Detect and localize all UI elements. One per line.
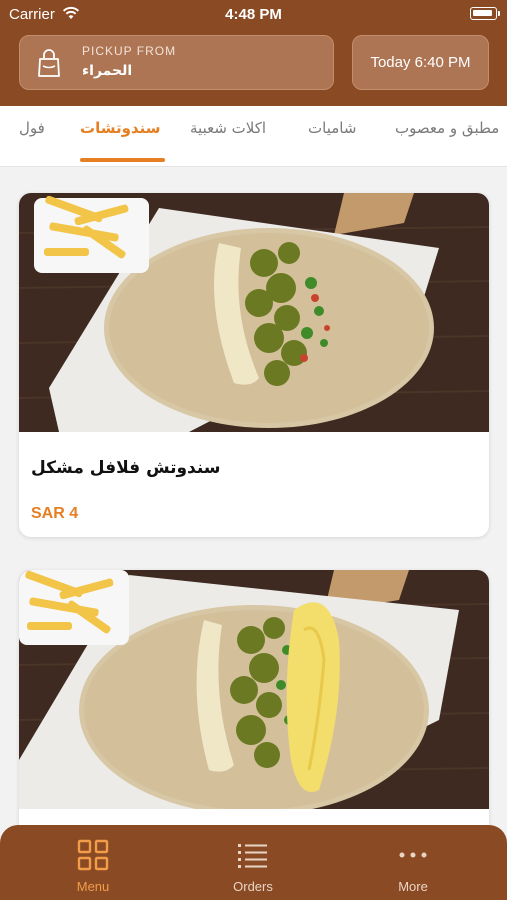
pickup-location-button[interactable]: PICKUP FROM الحمراء: [19, 35, 334, 90]
bottom-navigation: Menu Orders More: [0, 825, 507, 900]
grid-icon: [77, 839, 109, 871]
tab-mutabbaq-masoub[interactable]: مطبق و معصوب: [395, 119, 499, 137]
pickup-location: الحمراء: [82, 63, 133, 79]
tab-foul[interactable]: فول: [19, 119, 45, 137]
shopping-bag-icon: [38, 49, 60, 77]
divider: [0, 166, 507, 167]
clock: 4:48 PM: [225, 6, 282, 23]
product-image: [19, 193, 489, 432]
product-price: SAR 4: [31, 505, 79, 522]
tab-popular-dishes[interactable]: اكلات شعبية: [190, 119, 266, 137]
tab-shamiyat[interactable]: شاميات: [308, 119, 356, 137]
nav-more[interactable]: More: [353, 825, 473, 900]
product-image: [19, 570, 489, 809]
pickup-label: PICKUP FROM: [82, 44, 177, 58]
category-tabs: فول سندوتشات اكلات شعبية شاميات مطبق و م…: [0, 106, 507, 166]
tab-sandwiches[interactable]: سندوتشات: [80, 119, 160, 137]
nav-orders-label: Orders: [233, 879, 273, 894]
status-bar: Carrier 4:48 PM: [0, 0, 507, 28]
battery-icon: [470, 7, 500, 20]
pickup-time-button[interactable]: Today 6:40 PM: [352, 35, 489, 90]
nav-menu-label: Menu: [76, 879, 110, 894]
nav-menu[interactable]: Menu: [33, 825, 153, 900]
list-icon: [238, 844, 267, 868]
app-screen: Carrier 4:48 PM PICKUP FROM الحمراء Toda…: [0, 0, 507, 900]
nav-orders[interactable]: Orders: [193, 825, 313, 900]
header: Carrier 4:48 PM PICKUP FROM الحمراء Toda…: [0, 0, 507, 106]
active-tab-indicator: [80, 158, 165, 162]
product-card[interactable]: سندوتش فلافل مشكل SAR 4: [19, 193, 489, 537]
nav-more-label: More: [398, 879, 428, 894]
more-dots-icon: [399, 852, 427, 858]
product-name: سندوتش فلافل مشكل: [31, 458, 221, 478]
